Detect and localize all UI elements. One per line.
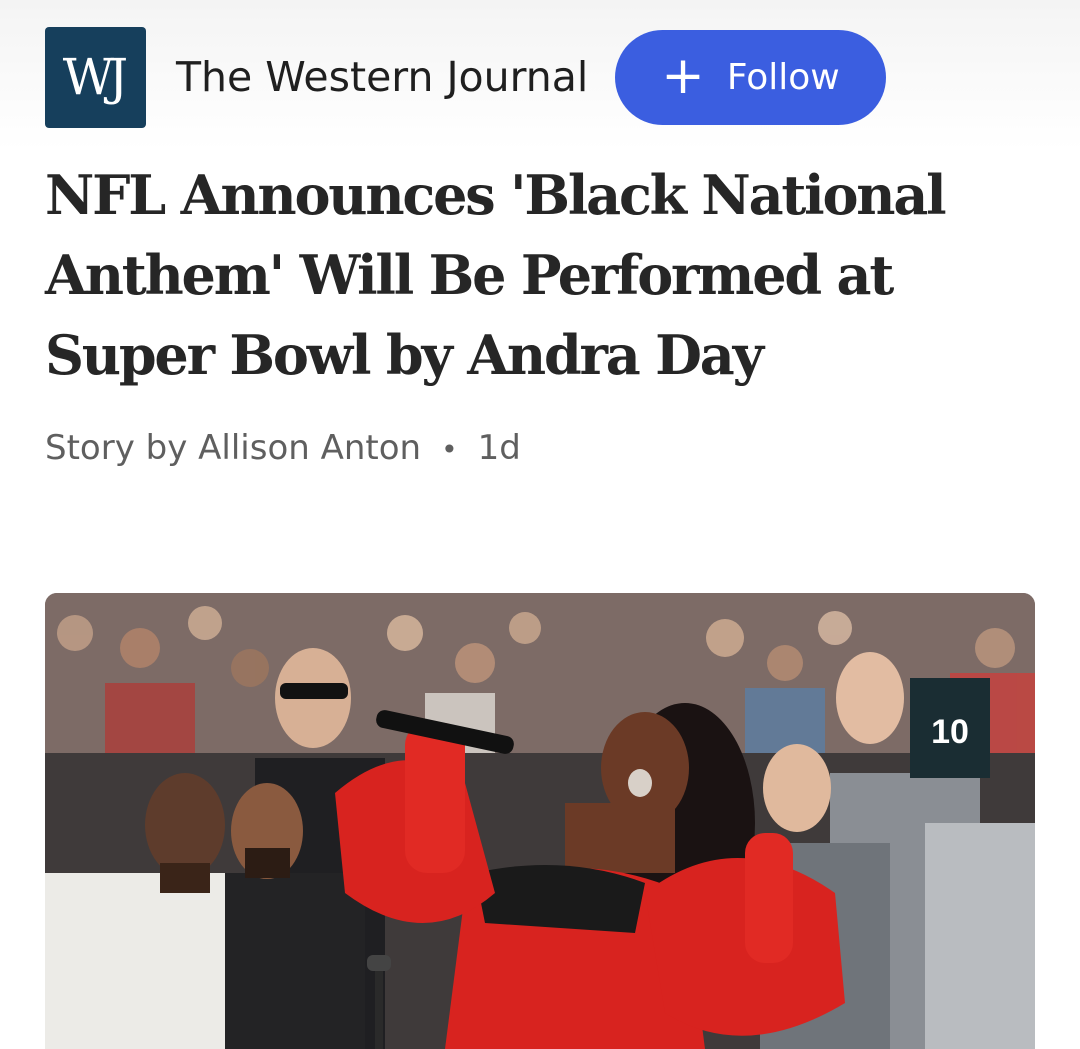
article-headline: NFL Announces 'Black National Anthem' Wi…	[45, 163, 947, 387]
separator-dot: •	[441, 433, 458, 466]
mic-stand	[375, 963, 383, 1049]
publisher-header: WJ The Western Journal	[45, 26, 588, 128]
follow-button[interactable]: + Follow	[615, 30, 886, 125]
hero-photo[interactable]: 10	[45, 593, 1035, 1049]
logo-text: WJ	[62, 48, 128, 106]
mic	[367, 955, 391, 971]
jersey-number: 10	[931, 713, 969, 751]
jersey-fan: 10	[910, 678, 990, 778]
follow-label: Follow	[726, 57, 840, 98]
author-text[interactable]: Story by Allison Anton	[45, 428, 421, 468]
publisher-logo[interactable]: WJ	[45, 26, 146, 128]
hero-photo-illustration: 10	[45, 593, 1035, 1049]
publisher-name[interactable]: The Western Journal	[176, 53, 588, 101]
plus-icon: +	[661, 45, 705, 106]
article-byline: Story by Allison Anton • 1d	[45, 428, 521, 468]
article-age: 1d	[477, 428, 521, 468]
